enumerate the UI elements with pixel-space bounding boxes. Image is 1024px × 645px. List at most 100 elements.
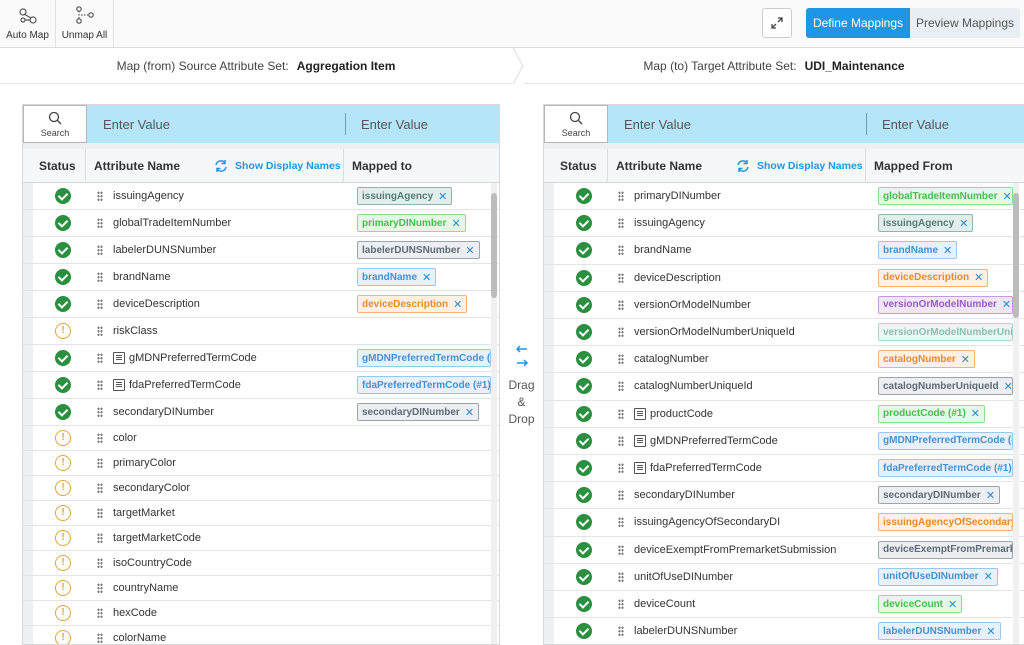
table-row[interactable]: primaryDINumber globalTradeItemNumber ✕ [544,183,1024,211]
table-row[interactable]: brandName brandName ✕ [23,264,499,291]
col-status[interactable]: Status [552,149,597,183]
drag-handle-icon[interactable] [97,299,103,309]
drag-handle-icon[interactable] [618,354,624,365]
table-row[interactable]: deviceDescription deviceDescription ✕ [544,264,1024,292]
table-row[interactable]: targetMarketCode [23,526,499,551]
table-row[interactable]: deviceDescription deviceDescription ✕ [23,291,499,318]
mapping-tag[interactable]: gMDNPreferredTermCode (#✕ [878,431,1013,450]
mapping-tag[interactable]: issuingAgency ✕ [878,214,974,233]
drag-handle-icon[interactable] [618,272,624,283]
scroll-thumb[interactable] [1013,193,1019,318]
table-row[interactable]: unitOfUseDINumber unitOfUseDINumber ✕ [544,563,1024,591]
table-row[interactable]: labelerDUNSNumber labelerDUNSNumber ✕ [544,618,1024,644]
drag-handle-icon[interactable] [97,353,103,363]
remove-mapping-icon[interactable]: ✕ [948,598,957,611]
mapping-tag[interactable]: globalTradeItemNumber ✕ [878,187,1013,206]
table-row[interactable]: secondaryDINumber secondaryDINumber ✕ [23,399,499,426]
table-row[interactable]: hexCode [23,601,499,626]
col-mapped-to[interactable]: Mapped to [343,149,412,183]
drag-handle-icon[interactable] [97,483,103,493]
drag-handle-icon[interactable] [97,508,103,518]
remove-mapping-icon[interactable]: ✕ [959,217,968,230]
remove-mapping-icon[interactable]: ✕ [465,244,474,257]
col-mapped-from[interactable]: Mapped From [865,149,953,183]
mapping-tag[interactable]: catalogNumberUniqueId ✕ [878,377,1013,396]
drag-handle-icon[interactable] [97,433,103,443]
drag-handle-icon[interactable] [618,599,624,610]
table-row[interactable]: primaryColor [23,451,499,476]
table-row[interactable]: countryName [23,576,499,601]
drag-handle-icon[interactable] [618,463,624,474]
drag-handle-icon[interactable] [618,490,624,501]
table-row[interactable]: issuingAgency issuingAgency ✕ [23,183,499,210]
unmap-all-button[interactable]: Unmap All [56,0,114,47]
table-row[interactable]: issuingAgencyOfSecondaryDI issuingAgencyO… [544,509,1024,537]
mapping-tag[interactable]: deviceCount ✕ [878,595,963,614]
drag-handle-icon[interactable] [618,245,624,256]
col-attribute-name[interactable]: Attribute Name [85,149,180,183]
source-scrollbar[interactable] [491,183,497,644]
table-row[interactable]: deviceCount deviceCount ✕ [544,591,1024,619]
drag-handle-icon[interactable] [618,571,624,582]
drag-handle-icon[interactable] [97,583,103,593]
remove-mapping-icon[interactable]: ✕ [1004,380,1012,393]
drag-handle-icon[interactable] [97,272,103,282]
drag-handle-icon[interactable] [618,408,624,419]
remove-mapping-icon[interactable]: ✕ [465,406,474,419]
source-search-button[interactable]: Search [23,105,87,143]
table-row[interactable]: issuingAgency issuingAgency ✕ [544,210,1024,238]
drag-handle-icon[interactable] [97,407,103,417]
mapping-tag[interactable]: issuingAgency ✕ [357,187,453,205]
table-row[interactable]: globalTradeItemNumber primaryDINumber ✕ [23,210,499,237]
drag-handle-icon[interactable] [97,558,103,568]
drag-handle-icon[interactable] [618,517,624,528]
remove-mapping-icon[interactable]: ✕ [453,298,462,311]
mapping-tag[interactable]: labelerDUNSNumber ✕ [878,622,1001,641]
show-display-names-toggle[interactable]: Show Display Names [213,149,341,183]
drag-handle-icon[interactable] [97,245,103,255]
remove-mapping-icon[interactable]: ✕ [422,271,431,284]
drag-handle-icon[interactable] [97,608,103,618]
auto-map-button[interactable]: Auto Map [0,0,56,47]
mapping-tag[interactable]: unitOfUseDINumber ✕ [878,567,998,586]
drag-handle-icon[interactable] [618,191,624,202]
remove-mapping-icon[interactable]: ✕ [1002,190,1011,203]
table-row[interactable]: secondaryColor [23,476,499,501]
table-row[interactable]: gMDNPreferredTermCode gMDNPreferredTermCo… [544,427,1024,455]
mapping-tag[interactable]: versionOrModelNumberUniq✕ [878,323,1013,342]
mapping-tag[interactable]: labelerDUNSNumber ✕ [357,241,480,259]
drag-handle-icon[interactable] [97,533,103,543]
table-row[interactable]: isoCountryCode [23,551,499,576]
preview-mappings-button[interactable]: Preview Mappings [910,8,1020,38]
col-attribute-name[interactable]: Attribute Name [607,149,702,183]
drag-handle-icon[interactable] [97,191,103,201]
define-mappings-button[interactable]: Define Mappings [806,8,910,38]
mapping-tag[interactable]: versionOrModelNumber ✕ [878,295,1013,314]
mapping-tag[interactable]: secondaryDINumber ✕ [878,486,1001,505]
drag-handle-icon[interactable] [97,633,103,643]
mapping-tag[interactable]: fdaPreferredTermCode (#1)✕ [357,376,491,394]
table-row[interactable]: gMDNPreferredTermCode gMDNPreferredTermCo… [23,345,499,372]
table-row[interactable]: versionOrModelNumberUniqueId versionOrMod… [544,319,1024,347]
drag-handle-icon[interactable] [97,458,103,468]
mapping-tag[interactable]: deviceDescription ✕ [357,295,468,313]
mapping-tag[interactable]: brandName ✕ [357,268,437,286]
drag-handle-icon[interactable] [618,626,624,637]
drag-handle-icon[interactable] [618,218,624,229]
table-row[interactable]: labelerDUNSNumber labelerDUNSNumber ✕ [23,237,499,264]
expand-button[interactable] [762,8,792,38]
mapping-tag[interactable]: deviceExemptFromPremarke✕ [878,540,1013,559]
drag-handle-icon[interactable] [618,544,624,555]
table-row[interactable]: catalogNumberUniqueId catalogNumberUnique… [544,373,1024,401]
mapping-tag[interactable]: primaryDINumber ✕ [357,214,466,232]
remove-mapping-icon[interactable]: ✕ [974,271,983,284]
table-row[interactable]: targetMarket [23,501,499,526]
show-display-names-toggle[interactable]: Show Display Names [735,149,863,183]
table-row[interactable]: fdaPreferredTermCode fdaPreferredTermCode… [544,455,1024,483]
mapping-tag[interactable]: fdaPreferredTermCode (#1)✕ [878,459,1013,478]
target-search-button[interactable]: Search [544,105,608,143]
mapping-tag[interactable]: catalogNumber ✕ [878,350,976,369]
remove-mapping-icon[interactable]: ✕ [438,190,447,203]
mapping-tag[interactable]: secondaryDINumber ✕ [357,403,480,421]
drag-handle-icon[interactable] [618,381,624,392]
